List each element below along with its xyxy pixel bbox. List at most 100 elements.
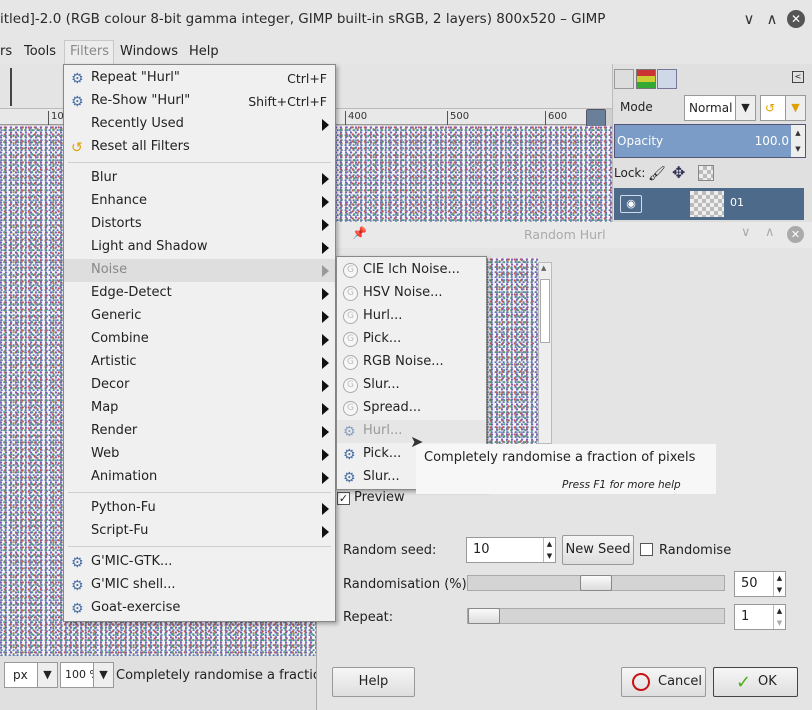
menu-item-distorts[interactable]: Distorts bbox=[64, 213, 335, 236]
unit-select[interactable]: px ▼ bbox=[4, 662, 58, 688]
repeat-input[interactable]: 1 ▲ ▼ bbox=[734, 604, 786, 630]
layer-row[interactable]: ◉ 01 bbox=[614, 188, 804, 220]
zoom-select[interactable]: 100 % ▼ bbox=[60, 662, 114, 688]
menu-item-web[interactable]: Web bbox=[64, 443, 335, 466]
random-seed-input[interactable]: 10 ▲ ▼ bbox=[466, 537, 556, 563]
preview-area[interactable] bbox=[486, 258, 538, 444]
menu-item-map[interactable]: Map bbox=[64, 397, 335, 420]
menu-item-enhance[interactable]: Enhance bbox=[64, 190, 335, 213]
close-button[interactable]: ✕ bbox=[787, 10, 805, 28]
navigate-icon[interactable] bbox=[586, 109, 606, 127]
gear-icon: ⚙ bbox=[71, 578, 84, 594]
ok-button[interactable]: ✓ OK bbox=[713, 667, 798, 697]
minimize-button[interactable]: ∨ bbox=[740, 10, 758, 28]
submenu-item-hsv-noise[interactable]: G HSV Noise... bbox=[337, 282, 486, 305]
preview-checkbox[interactable]: ✓ bbox=[337, 492, 350, 505]
dock-menu-icon[interactable]: < bbox=[792, 71, 804, 83]
dialog-titlebar: 📌 Random Hurl ∨ ∧ ✕ bbox=[316, 222, 812, 248]
menu-item-label: Edge-Detect bbox=[91, 285, 172, 300]
layer-thumbnail bbox=[690, 191, 724, 217]
menu-item-animation[interactable]: Animation bbox=[64, 466, 335, 489]
menu-item-goat-exercise[interactable]: ⚙ Goat-exercise bbox=[64, 597, 335, 620]
menu-filters-partial[interactable]: rs bbox=[0, 44, 12, 59]
spin-up-icon[interactable]: ▲ bbox=[773, 605, 785, 617]
help-button[interactable]: Help bbox=[332, 667, 415, 697]
menu-item-decor[interactable]: Decor bbox=[64, 374, 335, 397]
pin-icon[interactable]: 📌 bbox=[352, 226, 367, 240]
spin-up-icon[interactable]: ▲ bbox=[773, 572, 785, 584]
maximize-button[interactable]: ∧ bbox=[763, 10, 781, 28]
channels-tab-icon[interactable] bbox=[636, 69, 656, 89]
submenu-item-label: Slur... bbox=[363, 469, 400, 484]
ruler-tick: 500 bbox=[447, 111, 469, 125]
menu-item-generic[interactable]: Generic bbox=[64, 305, 335, 328]
mouse-cursor-icon: ➤ bbox=[410, 432, 424, 451]
menu-item-gmic-shell[interactable]: ⚙ G'MIC shell... bbox=[64, 574, 335, 597]
menu-item-artistic[interactable]: Artistic bbox=[64, 351, 335, 374]
dialog-close-button[interactable]: ✕ bbox=[787, 226, 804, 243]
opacity-slider[interactable]: Opacity 100.0 ▲ ▼ bbox=[614, 124, 806, 158]
menu-item-label: Render bbox=[91, 423, 138, 438]
spin-down-icon[interactable]: ▼ bbox=[773, 617, 785, 629]
mode-reset-select[interactable]: ↺ ▼ bbox=[760, 95, 806, 121]
menu-item-render[interactable]: Render bbox=[64, 420, 335, 443]
spin-down-icon[interactable]: ▼ bbox=[543, 550, 555, 562]
repeat-slider[interactable] bbox=[467, 608, 725, 624]
dialog-maximize-button[interactable]: ∧ bbox=[765, 225, 775, 240]
submenu-item-spread[interactable]: G Spread... bbox=[337, 397, 486, 420]
randomise-checkbox[interactable] bbox=[640, 543, 653, 556]
menu-separator bbox=[68, 546, 331, 547]
menu-tools[interactable]: Tools bbox=[24, 44, 56, 59]
randomisation-input[interactable]: 50 ▲ ▼ bbox=[734, 571, 786, 597]
paths-tab-icon[interactable] bbox=[657, 69, 677, 89]
menubar: rs Tools Filters Windows Help bbox=[0, 40, 812, 64]
menu-item-label: Script-Fu bbox=[91, 523, 149, 538]
scroll-thumb[interactable] bbox=[540, 279, 550, 343]
submenu-item-slur[interactable]: G Slur... bbox=[337, 374, 486, 397]
menu-item-reset-all[interactable]: ↺ Reset all Filters bbox=[64, 136, 335, 159]
menu-filters[interactable]: Filters bbox=[70, 44, 109, 59]
menu-item-gmic-gtk[interactable]: ⚙ G'MIC-GTK... bbox=[64, 551, 335, 574]
menu-item-noise[interactable]: Noise bbox=[64, 259, 335, 282]
cancel-label: Cancel bbox=[658, 674, 703, 689]
menu-item-blur[interactable]: Blur bbox=[64, 167, 335, 190]
menu-item-recently-used[interactable]: Recently Used bbox=[64, 113, 335, 136]
window-title: itled]-2.0 (RGB colour 8-bit gamma integ… bbox=[0, 11, 606, 27]
submenu-item-hurl[interactable]: G Hurl... bbox=[337, 305, 486, 328]
randomisation-slider-handle[interactable] bbox=[580, 575, 612, 591]
menu-item-reshow[interactable]: ⚙ Re-Show "Hurl" Shift+Ctrl+F bbox=[64, 90, 335, 113]
lock-position-icon[interactable]: ✥ bbox=[672, 163, 685, 182]
scroll-up-icon[interactable]: ▲ bbox=[541, 264, 546, 272]
menu-item-python-fu[interactable]: Python-Fu bbox=[64, 497, 335, 520]
preview-scrollbar[interactable]: ▲ bbox=[538, 262, 552, 444]
lock-pixels-icon[interactable]: 🖌 bbox=[648, 166, 666, 182]
menu-item-light-and-shadow[interactable]: Light and Shadow bbox=[64, 236, 335, 259]
spin-up-icon[interactable]: ▲ bbox=[543, 538, 555, 550]
menu-item-repeat[interactable]: ⚙ Repeat "Hurl" Ctrl+F bbox=[64, 67, 335, 90]
lock-alpha-icon[interactable] bbox=[698, 165, 714, 181]
gegl-icon: G bbox=[343, 286, 358, 301]
randomisation-slider[interactable] bbox=[467, 575, 725, 591]
submenu-arrow-icon bbox=[322, 242, 329, 254]
cancel-button[interactable]: Cancel bbox=[621, 667, 706, 697]
menu-item-combine[interactable]: Combine bbox=[64, 328, 335, 351]
visibility-eye-icon[interactable]: ◉ bbox=[620, 195, 642, 213]
opacity-spin-buttons[interactable]: ▲ ▼ bbox=[791, 125, 805, 157]
submenu-item-cie-lch-noise[interactable]: G CIE lch Noise... bbox=[337, 259, 486, 282]
menu-item-edge-detect[interactable]: Edge-Detect bbox=[64, 282, 335, 305]
new-seed-button[interactable]: New Seed bbox=[562, 535, 634, 565]
toolbar-divider bbox=[10, 68, 12, 106]
spin-down-icon[interactable]: ▼ bbox=[773, 584, 785, 596]
menu-item-script-fu[interactable]: Script-Fu bbox=[64, 520, 335, 543]
menu-item-label: Animation bbox=[91, 469, 158, 484]
menu-windows[interactable]: Windows bbox=[120, 44, 178, 59]
menu-item-label: Distorts bbox=[91, 216, 142, 231]
submenu-arrow-icon bbox=[322, 311, 329, 323]
submenu-item-pick[interactable]: G Pick... bbox=[337, 328, 486, 351]
dialog-minimize-button[interactable]: ∨ bbox=[741, 225, 751, 240]
mode-select[interactable]: Normal ▼ bbox=[684, 95, 756, 121]
layers-tab-icon[interactable] bbox=[614, 69, 634, 89]
menu-help[interactable]: Help bbox=[189, 44, 219, 59]
repeat-slider-handle[interactable] bbox=[468, 608, 500, 624]
submenu-item-rgb-noise[interactable]: G RGB Noise... bbox=[337, 351, 486, 374]
